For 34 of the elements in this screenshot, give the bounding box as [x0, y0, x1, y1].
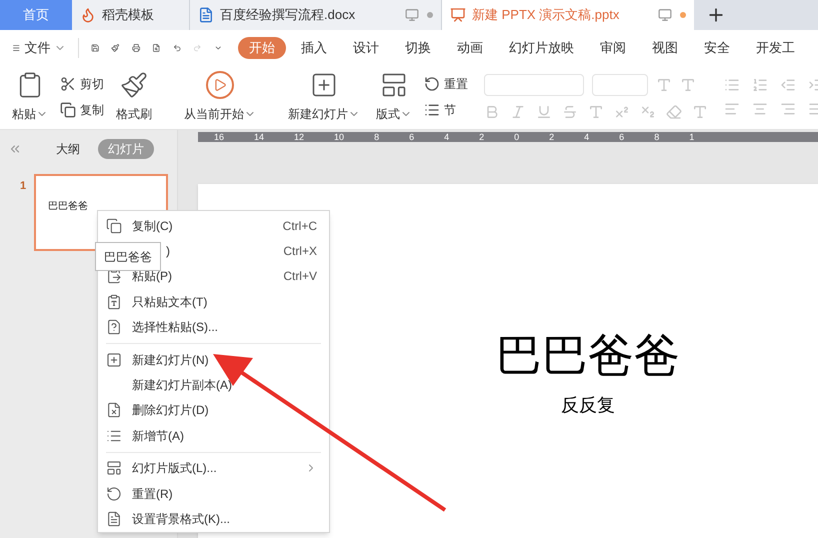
slide-title: 巴巴爸爸	[496, 332, 680, 378]
thumbnail-title: 巴巴爸爸	[48, 200, 88, 214]
tooltip: 巴巴爸爸	[95, 242, 161, 271]
menu-item-label: 新建幻灯片副本(A)	[132, 377, 232, 394]
menu-item-label: 复制(C)	[132, 218, 173, 235]
ruler-label: 6	[619, 132, 624, 142]
menu-item-label: 删除幻灯片(D)	[132, 402, 209, 420]
menu-item-label: 粘贴(P)	[132, 268, 172, 286]
menu-item-label: 重置(R)	[132, 486, 173, 503]
menu-item-label: 选择性粘贴(S)...	[132, 319, 218, 336]
menu-item-label: 幻灯片版式(L)...	[132, 460, 217, 478]
slide-number: 1	[20, 179, 26, 194]
ruler-label: 2	[479, 132, 484, 142]
ruler-label: 4	[584, 132, 590, 142]
ruler-label: 8	[374, 132, 380, 142]
ruler-label: 1	[689, 132, 694, 142]
ruler-label: 12	[294, 132, 304, 142]
menu-item-label: )	[166, 243, 170, 260]
menu-item-label: 新建幻灯片(N)	[132, 352, 209, 369]
ruler-label: 14	[254, 132, 264, 142]
ruler-label: 4	[444, 132, 450, 142]
ruler-label: 2	[549, 132, 554, 142]
ruler-label: 0	[514, 132, 520, 142]
shortcut-label: Ctrl+C	[282, 218, 317, 235]
shortcut-label: Ctrl+V	[283, 268, 317, 286]
shortcut-label: Ctrl+X	[283, 243, 317, 260]
menu-item-label: 新增节(A)	[132, 428, 184, 445]
ruler-label: 8	[654, 132, 660, 142]
ruler-label: 6	[409, 132, 414, 142]
slide-subtitle: 反反复	[561, 394, 615, 417]
ruler-label: 16	[214, 132, 224, 142]
menu-item-label: 设置背景格式(K)...	[132, 510, 230, 528]
ruler-label: 10	[334, 132, 344, 142]
menu-item-label: 只粘贴文本(T)	[132, 294, 208, 311]
